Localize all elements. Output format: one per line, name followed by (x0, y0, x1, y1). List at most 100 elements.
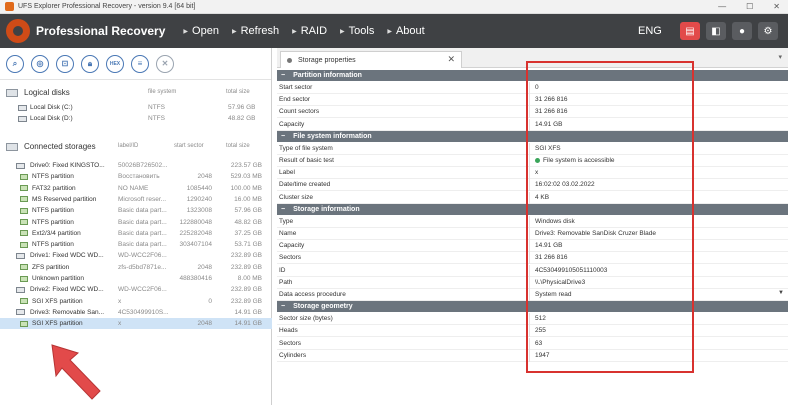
storage-label: 4C530499910S... (118, 308, 169, 316)
menu-refresh[interactable]: ▶ Refresh (232, 25, 279, 37)
disk-icon (18, 115, 27, 122)
property-name: Cylinders (279, 351, 307, 359)
storage-name: Ext2/3/4 partition (32, 229, 81, 237)
drive-icon (16, 309, 25, 316)
highlight-box (526, 61, 694, 373)
partition-row[interactable]: ZFS partition zfs-d5bd7871e... 2048 232.89 … (0, 262, 272, 273)
storage-size: 8.00 MB (237, 275, 262, 282)
chevron-down-icon[interactable]: ▼ (778, 290, 784, 296)
partition-icon (20, 320, 28, 327)
storage-size: 529.03 MB (230, 173, 262, 181)
partition-row[interactable]: NTFS partition Basic data part... 30340710… (0, 239, 272, 250)
partition-row[interactable]: Ext2/3/4 partition Basic data part... 2252… (0, 228, 272, 239)
disk-fs: NTFS (148, 115, 165, 122)
tab-dot-icon (287, 57, 292, 63)
partition-row[interactable]: MS Reserved partition Microsoft reser... 1… (0, 194, 272, 205)
partition-row[interactable]: NTFS partition Basic data part... 1323008 5… (0, 205, 272, 216)
storage-start-sector: 2048 (197, 263, 212, 271)
partition-icon (20, 173, 28, 180)
storage-start-sector: 1290240 (186, 195, 212, 203)
storage-size: 100.00 MB (230, 184, 262, 192)
storage-label: Basic data part... (118, 229, 167, 237)
property-name: Sectors (279, 254, 302, 262)
col-total-size: total size (226, 143, 250, 149)
keyboard-icon[interactable]: ▤ (680, 22, 700, 40)
maximize-button[interactable]: ☐ (746, 2, 753, 11)
disk-fs: NTFS (148, 104, 165, 111)
menu-raid[interactable]: ▶ RAID (292, 25, 327, 37)
property-name: Date/time created (279, 181, 331, 189)
collapse-icon[interactable]: − (281, 206, 285, 213)
property-name: Type (279, 217, 294, 225)
gear-icon[interactable]: ⚙ (758, 22, 778, 40)
left-toolbar: ⌕ ◎ ⊡ 🔒︎ HEX ≡ ✕ (0, 48, 271, 80)
storage-label: Microsoft reser... (118, 195, 167, 203)
menu-tools[interactable]: ▶ Tools (340, 25, 374, 37)
app-logo: Professional Recovery (6, 19, 183, 43)
property-name: Name (279, 230, 297, 237)
storage-start-sector: 2048 (197, 320, 212, 328)
partition-icon (20, 219, 28, 225)
red-arrow-icon (51, 344, 101, 400)
close-icon[interactable]: ✕ (156, 54, 174, 73)
window-title: UFS Explorer Professional Recovery - ver… (18, 3, 196, 10)
menu-arrow-icon: ▶ (292, 28, 297, 35)
storage-label: NO NAME (118, 184, 149, 192)
hex-icon[interactable]: HEX (106, 54, 124, 73)
storage-start-sector: 303407104 (179, 241, 212, 249)
drive-row[interactable]: Drive2: Fixed WDC WD... WD-WCC2F06... 232.… (0, 284, 272, 295)
lock-icon[interactable]: 🔒︎ (81, 54, 99, 73)
partition-icon (20, 275, 28, 282)
partition-row[interactable]: NTFS partition Восстановить 2048 529.03 MB (0, 171, 272, 182)
storage-name: FAT32 partition (32, 184, 76, 192)
col-total-size: total size (226, 89, 250, 95)
disk-name: Local Disk (D:) (30, 115, 73, 122)
storage-size: 16.00 MB (234, 195, 262, 203)
menu-arrow-icon: ▶ (340, 28, 345, 35)
collapse-icon[interactable]: − (281, 303, 285, 310)
partition-icon (20, 230, 28, 237)
logical-disk-row[interactable]: Local Disk (C:) NTFS 57.96 GB (0, 102, 272, 113)
partition-row[interactable]: SGI XFS partition x 0 232.89 GB (0, 296, 272, 307)
menu-about[interactable]: ▶ About (387, 25, 424, 37)
partition-row[interactable]: SGI XFS partition x 2048 14.91 GB (0, 318, 272, 330)
collapse-icon[interactable]: − (281, 133, 285, 140)
partition-row[interactable]: Unknown partition 488380416 8.00 MB (0, 273, 272, 284)
storage-size: 14.91 GB (234, 308, 262, 316)
partition-icon (20, 241, 28, 248)
property-name: Heads (279, 327, 298, 335)
minimize-button[interactable]: — (718, 2, 726, 11)
partition-row[interactable]: NTFS partition Basic data part... 12288004… (0, 217, 272, 228)
close-tab-icon[interactable]: ✕ (447, 54, 455, 65)
drive-row[interactable]: Drive0: Fixed KINGSTO... 50026B726502... 2… (0, 160, 272, 171)
property-name: ID (279, 266, 286, 274)
storage-name: Unknown partition (32, 275, 85, 282)
drive-icon (16, 162, 25, 169)
scan-icon[interactable]: ◎ (31, 54, 49, 73)
tab-menu-icon[interactable]: ▾ (778, 53, 782, 61)
language-selector[interactable]: ENG (638, 25, 662, 37)
storage-label: Восстановить (118, 173, 160, 181)
logical-disks-header: Logical disks (6, 88, 70, 97)
storage-name: SGI XFS partition (32, 320, 83, 328)
car-icon[interactable]: ⊡ (56, 54, 74, 73)
collapse-icon[interactable]: − (281, 72, 285, 79)
logical-disk-row[interactable]: Local Disk (D:) NTFS 48.82 GB (0, 113, 272, 124)
close-window-button[interactable]: ✕ (773, 2, 780, 11)
tab-storage-properties[interactable]: Storage properties ✕ (280, 51, 462, 68)
partition-row[interactable]: FAT32 partition NO NAME 1085440 100.00 MB (0, 183, 272, 194)
user-icon[interactable]: ● (732, 22, 752, 40)
search-icon[interactable]: ⌕ (6, 54, 24, 73)
storage-name: Drive3: Removable San... (30, 308, 105, 316)
drive-row[interactable]: Drive3: Removable San... 4C530499910S... 1… (0, 307, 272, 318)
property-name: Count sectors (279, 108, 320, 116)
drive-row[interactable]: Drive1: Fixed WDC WD... WD-WCC2F06... 232.… (0, 250, 272, 261)
property-name: Label (279, 169, 295, 177)
property-name: Capacity (279, 120, 305, 128)
panel-toggle-icon[interactable]: ◧ (706, 22, 726, 40)
property-name: Path (279, 278, 293, 286)
storage-label: WD-WCC2F06... (118, 286, 167, 294)
storage-start-sector: 0 (208, 297, 212, 305)
menu-open[interactable]: ▶ Open (183, 25, 219, 37)
list-icon[interactable]: ≡ (131, 54, 149, 73)
